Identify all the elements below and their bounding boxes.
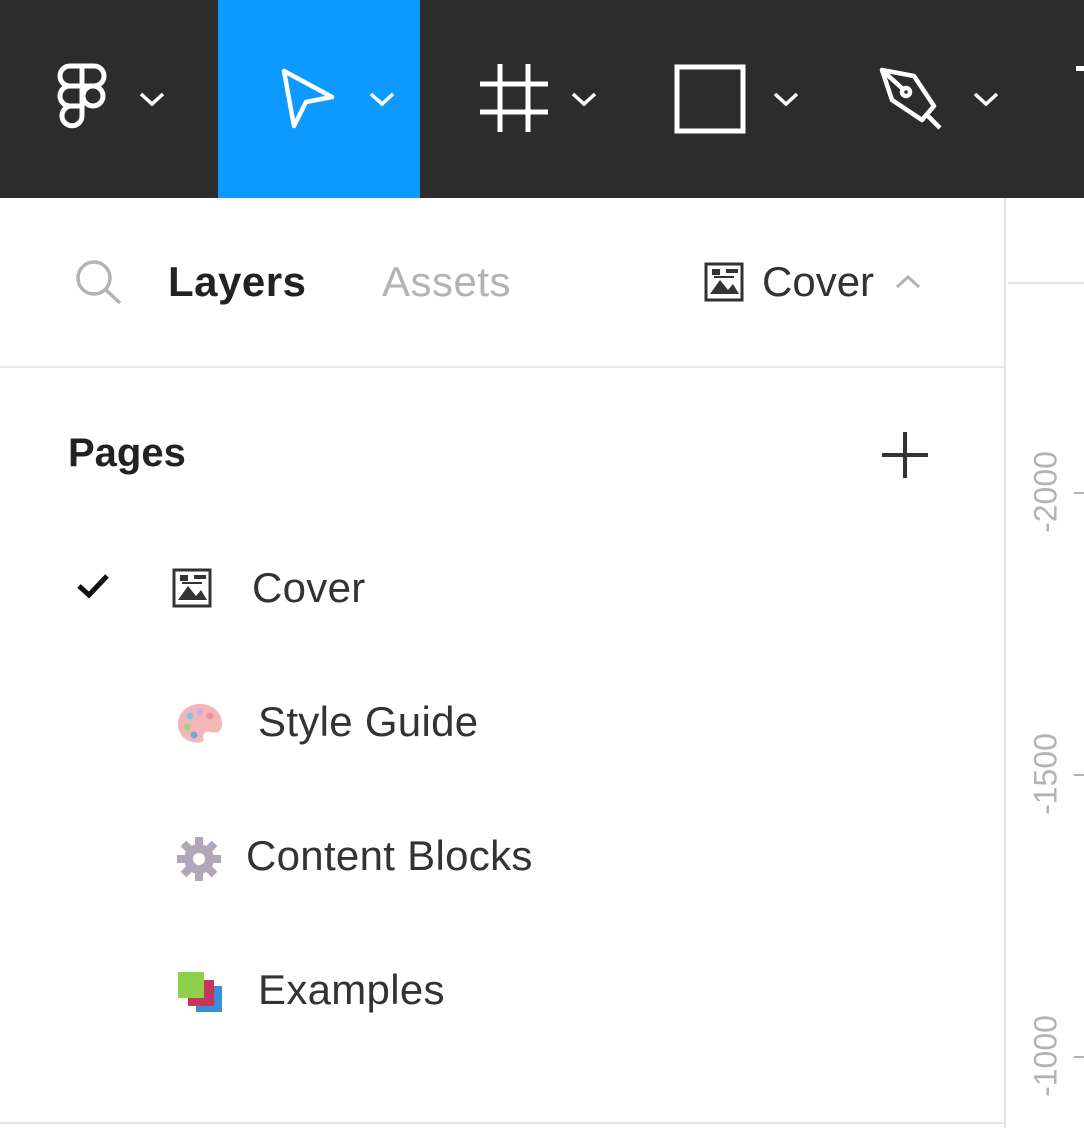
page-item-label: Examples bbox=[258, 966, 445, 1013]
add-page-button[interactable] bbox=[880, 430, 930, 480]
move-tool-button[interactable] bbox=[218, 0, 420, 198]
chevron-down-icon bbox=[773, 92, 799, 107]
cover-image-icon bbox=[704, 262, 744, 302]
current-page-label: Cover bbox=[762, 258, 875, 305]
palette-icon bbox=[178, 704, 222, 743]
vertical-ruler: -2000 -1500 -1000 bbox=[1008, 198, 1084, 1128]
search-button[interactable] bbox=[74, 258, 124, 311]
pen-icon bbox=[879, 67, 942, 130]
figma-logo-icon bbox=[57, 63, 107, 129]
toolbar bbox=[0, 0, 1084, 198]
ruler-label-text: -1000 bbox=[1027, 1015, 1064, 1097]
text-icon bbox=[1076, 66, 1084, 71]
chevron-down-icon bbox=[369, 92, 395, 107]
frame-icon bbox=[480, 64, 548, 132]
page-item-label: Cover bbox=[252, 564, 366, 611]
tab-assets[interactable]: Assets bbox=[382, 256, 511, 308]
gear-icon bbox=[177, 837, 221, 881]
page-item-style-guide[interactable]: Style Guide bbox=[0, 672, 1004, 772]
tab-layers[interactable]: Layers bbox=[168, 256, 306, 308]
cover-image-icon bbox=[172, 568, 212, 608]
checkmark-icon bbox=[77, 574, 109, 599]
layered-squares-icon bbox=[178, 972, 222, 1012]
ruler-tick bbox=[1074, 1056, 1084, 1058]
page-item-content-blocks[interactable]: Content Blocks bbox=[0, 806, 1004, 906]
pages-section-title: Pages bbox=[68, 431, 186, 475]
move-arrow-icon bbox=[281, 68, 335, 129]
chevron-down-icon bbox=[571, 92, 597, 107]
current-page-dropdown[interactable]: Cover bbox=[704, 256, 922, 308]
chevron-down-icon bbox=[973, 92, 999, 107]
page-item-label: Content Blocks bbox=[246, 832, 533, 879]
page-item-cover[interactable]: Cover bbox=[0, 538, 1004, 638]
page-item-label: Style Guide bbox=[258, 698, 479, 745]
rectangle-icon bbox=[674, 64, 746, 134]
panel-section-divider bbox=[0, 1122, 1004, 1124]
ruler-label-text: -2000 bbox=[1027, 451, 1064, 533]
frame-tool-button[interactable] bbox=[420, 0, 618, 198]
plus-icon bbox=[882, 432, 928, 478]
page-item-examples[interactable]: Examples bbox=[0, 940, 1004, 1040]
chevron-down-icon bbox=[139, 92, 165, 107]
search-icon bbox=[76, 260, 122, 305]
main-menu-button[interactable] bbox=[0, 0, 218, 198]
ruler-corner bbox=[1008, 198, 1084, 284]
text-tool-button[interactable] bbox=[1060, 0, 1084, 198]
shape-tool-button[interactable] bbox=[618, 0, 818, 198]
ruler-label-text: -1500 bbox=[1027, 733, 1064, 815]
left-panel: Layers Assets Cover Pages Cover Style Gu… bbox=[0, 198, 1006, 1128]
ruler-tick bbox=[1074, 492, 1084, 494]
chevron-up-icon bbox=[896, 274, 921, 289]
pen-tool-button[interactable] bbox=[818, 0, 1018, 198]
panel-header: Layers Assets Cover bbox=[0, 198, 1006, 368]
ruler-tick bbox=[1074, 774, 1084, 776]
